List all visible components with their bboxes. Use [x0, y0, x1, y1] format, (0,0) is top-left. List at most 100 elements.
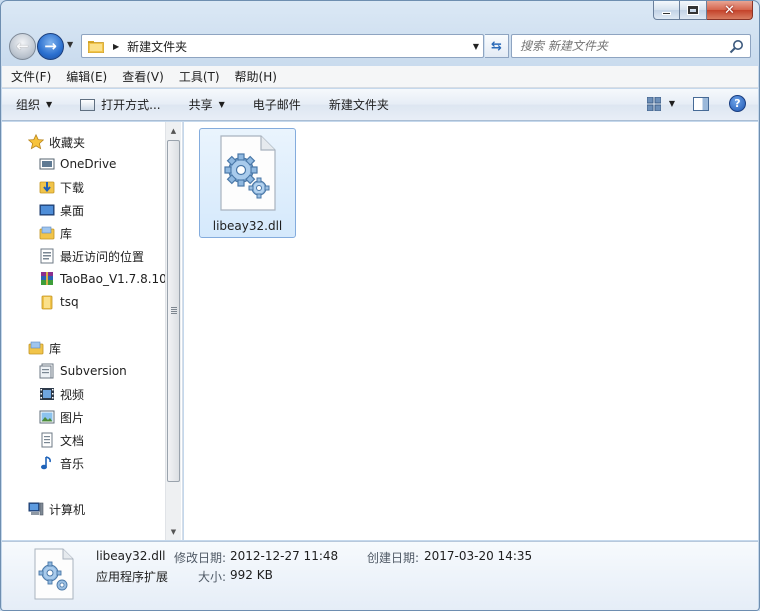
search-box[interactable] — [511, 34, 751, 58]
folder-icon — [41, 295, 53, 310]
nav-item-desktop[interactable]: 桌面 — [39, 199, 84, 221]
breadcrumb-current[interactable]: 新建文件夹 — [127, 38, 187, 55]
nav-item-music[interactable]: 音乐 — [39, 452, 84, 474]
nav-tree: 收藏夹 OneDrive 下载 桌面 库 最近访问的位置 TaoBao_V1.7… — [2, 122, 166, 540]
email-button[interactable]: 电子邮件 — [253, 96, 301, 113]
organize-button[interactable]: 组织 ▼ — [16, 96, 52, 113]
menu-edit[interactable]: 编辑(E) — [66, 68, 107, 85]
scroll-thumb[interactable] — [167, 140, 180, 482]
menu-bar: 文件(F) 编辑(E) 查看(V) 工具(T) 帮助(H) — [2, 66, 758, 88]
file-name: libeay32.dll — [212, 219, 283, 233]
forward-arrow-icon: → — [44, 37, 57, 55]
archive-icon — [41, 272, 53, 285]
nav-scrollbar[interactable]: ▲ ▼ — [165, 122, 181, 540]
menu-file[interactable]: 文件(F) — [11, 68, 51, 85]
refresh-button[interactable]: ⇆ — [485, 34, 509, 58]
back-button[interactable]: ← — [9, 33, 36, 60]
view-dropdown-icon[interactable]: ▼ — [669, 99, 675, 108]
computer-icon — [28, 502, 44, 516]
help-icon[interactable]: ? — [729, 95, 746, 112]
share-dropdown-icon: ▼ — [218, 100, 225, 109]
recent-pages-dropdown[interactable]: ▼ — [67, 40, 79, 52]
new-folder-button[interactable]: 新建文件夹 — [329, 96, 389, 113]
close-button[interactable]: ✕ — [707, 1, 753, 20]
file-list: libeay32.dll — [184, 122, 758, 540]
details-file-name: libeay32.dll — [96, 549, 166, 563]
preview-pane-icon[interactable] — [693, 96, 709, 111]
menu-help[interactable]: 帮助(H) — [235, 68, 277, 85]
recent-places-icon — [40, 248, 54, 264]
details-size-value: 992 KB — [230, 568, 273, 582]
nav-item-documents[interactable]: 文档 — [39, 429, 84, 451]
nav-libraries[interactable]: 库 — [28, 337, 61, 359]
address-bar[interactable]: ▶ 新建文件夹 ▼ — [81, 34, 484, 58]
nav-favorites[interactable]: 收藏夹 — [28, 131, 85, 153]
nav-item-recent-places[interactable]: 最近访问的位置 — [39, 245, 144, 267]
share-button[interactable]: 共享 ▼ — [189, 96, 225, 113]
details-modified-value: 2012-12-27 11:48 — [230, 549, 339, 563]
forward-button[interactable]: → — [37, 33, 64, 60]
scroll-down-icon[interactable]: ▼ — [166, 523, 181, 540]
nav-item-tsq[interactable]: tsq — [39, 291, 79, 313]
picture-icon — [39, 410, 55, 424]
music-note-icon — [41, 456, 51, 470]
nav-item-subversion[interactable]: Subversion — [39, 360, 127, 382]
nav-item-videos[interactable]: 视频 — [39, 383, 84, 405]
menu-view[interactable]: 查看(V) — [122, 68, 164, 85]
open-with-icon — [80, 98, 96, 111]
file-item-libeay32[interactable]: libeay32.dll — [199, 128, 296, 238]
nav-item-downloads[interactable]: 下载 — [39, 176, 84, 198]
new-folder-label: 新建文件夹 — [328, 98, 389, 112]
refresh-icon: ⇆ — [491, 38, 502, 54]
caption-buttons: ✕ — [653, 1, 753, 21]
details-modified-label: 修改日期: — [174, 551, 227, 565]
star-icon — [28, 134, 44, 150]
search-icon — [729, 40, 743, 54]
search-input[interactable] — [520, 39, 720, 53]
share-label: 共享 — [188, 98, 213, 112]
document-icon — [41, 432, 53, 448]
minimize-icon — [662, 11, 671, 15]
address-history-dropdown[interactable]: ▼ — [473, 42, 479, 51]
folder-icon — [88, 40, 104, 53]
library-icon — [39, 226, 55, 240]
dll-gear-file-icon — [220, 135, 276, 211]
nav-item-onedrive[interactable]: OneDrive — [39, 153, 116, 175]
organize-dropdown-icon: ▼ — [46, 100, 53, 109]
nav-item-library[interactable]: 库 — [39, 222, 72, 244]
details-size-label: 大小: — [198, 570, 227, 584]
scroll-up-icon[interactable]: ▲ — [166, 122, 181, 139]
desktop-icon — [39, 204, 55, 216]
organize-label: 组织 — [16, 98, 41, 112]
dll-gear-file-icon — [34, 548, 74, 600]
library-icon — [28, 341, 44, 355]
back-arrow-icon: ← — [16, 37, 29, 55]
onedrive-icon — [39, 158, 55, 170]
change-view-icon[interactable] — [646, 96, 661, 111]
email-label: 电子邮件 — [252, 98, 301, 112]
open-with-label: 打开方式... — [101, 98, 161, 112]
nav-buttons: ← → ▼ — [9, 32, 83, 60]
close-icon: ✕ — [724, 2, 735, 18]
nav-computer[interactable]: 计算机 — [28, 498, 85, 520]
details-created-label: 创建日期: — [367, 551, 420, 565]
details-file-type: 应用程序扩展 — [96, 570, 169, 584]
view-controls: ▼ ? — [646, 95, 746, 112]
nav-item-pictures[interactable]: 图片 — [39, 406, 84, 428]
command-bar: 组织 ▼ 打开方式... 共享 ▼ 电子邮件 新建文件夹 ▼ ? — [2, 89, 758, 121]
explorer-window: ✕ ← → ▼ ▶ 新建文件夹 ▼ ⇆ 文件(F) — [0, 0, 760, 611]
menu-tools[interactable]: 工具(T) — [179, 68, 220, 85]
minimize-button[interactable] — [653, 1, 680, 20]
breadcrumb-chevron-icon[interactable]: ▶ — [113, 42, 119, 51]
navigation-pane: 收藏夹 OneDrive 下载 桌面 库 最近访问的位置 TaoBao_V1.7… — [2, 122, 183, 540]
grip-icon — [171, 307, 177, 314]
maximize-button[interactable] — [680, 1, 707, 20]
details-pane: libeay32.dll 应用程序扩展 修改日期: 2012-12-27 11:… — [2, 541, 758, 610]
details-created-value: 2017-03-20 14:35 — [424, 549, 533, 563]
video-icon — [40, 388, 54, 400]
downloads-folder-icon — [39, 181, 55, 194]
open-with-button[interactable]: 打开方式... — [80, 96, 161, 113]
document-library-icon — [39, 363, 54, 379]
nav-item-taobao[interactable]: TaoBao_V1.7.8.10_ — [39, 268, 166, 290]
maximize-icon — [687, 5, 699, 15]
